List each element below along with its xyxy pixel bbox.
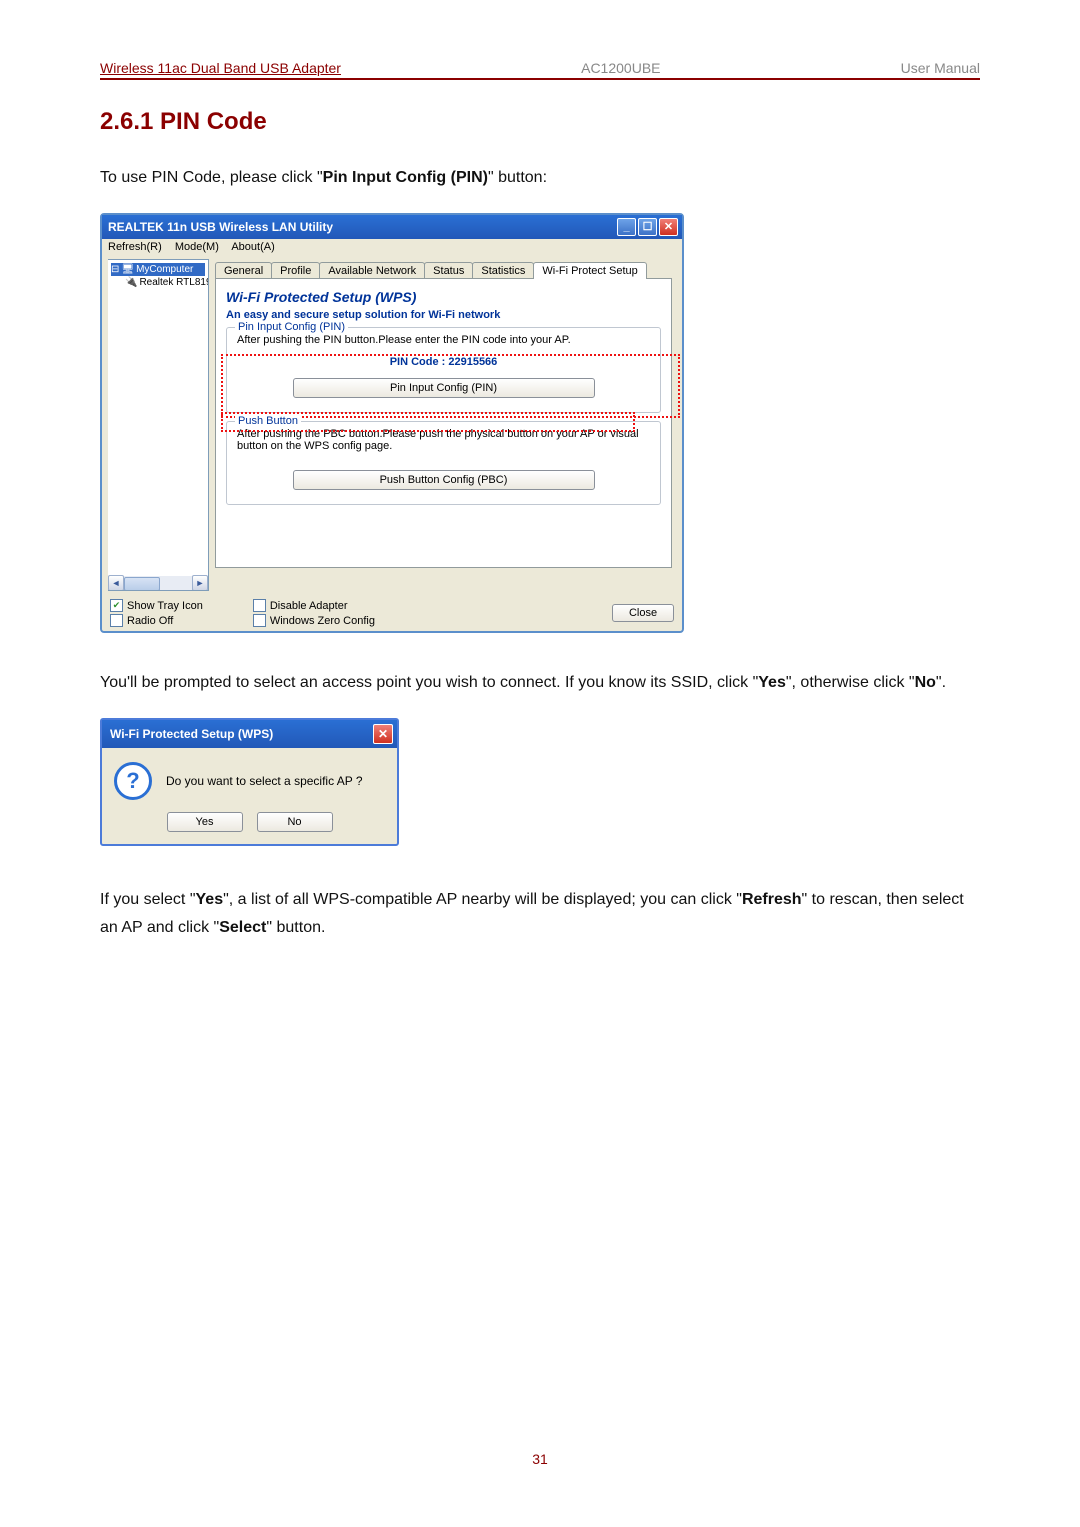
wps-heading: Wi-Fi Protected Setup (WPS) [226,289,661,305]
page-header: Wireless 11ac Dual Band USB Adapter AC12… [100,60,980,80]
tab-wps[interactable]: Wi-Fi Protect Setup [533,262,646,279]
window-title: REALTEK 11n USB Wireless LAN Utility [108,220,615,234]
device-tree[interactable]: ⊟ 🖥 MyComputer 🔌 Realtek RTL8191 ◄ ► [108,259,209,591]
computer-icon: 🖥 [121,264,134,275]
menu-refresh[interactable]: Refresh(R) [108,241,162,253]
tree-horizontal-scrollbar[interactable]: ◄ ► [108,576,208,590]
pbc-group-description: After pushing the PBC button.Please push… [237,428,650,452]
tab-page-wps: Wi-Fi Protected Setup (WPS) An easy and … [215,278,672,568]
paragraph-3: If you select "Yes", a list of all WPS-c… [100,886,980,940]
header-right: User Manual [901,60,980,76]
checkbox-icon [110,614,123,627]
adapter-icon: 🔌 [125,277,137,288]
menu-mode[interactable]: Mode(M) [175,241,219,253]
dialog-close-button[interactable]: ✕ [373,724,393,744]
checkbox-icon [253,614,266,627]
maximize-button[interactable]: ☐ [638,218,657,236]
show-tray-icon-checkbox[interactable]: ✔ Show Tray Icon [110,599,203,612]
dialog-titlebar[interactable]: Wi-Fi Protected Setup (WPS) ✕ [102,720,397,748]
tab-status[interactable]: Status [424,262,473,279]
dialog-title: Wi-Fi Protected Setup (WPS) [110,727,373,741]
scroll-thumb[interactable] [124,577,160,591]
scroll-right-button[interactable]: ► [192,575,208,591]
pin-input-config-button[interactable]: Pin Input Config (PIN) [293,378,595,398]
window-titlebar[interactable]: REALTEK 11n USB Wireless LAN Utility _ ☐… [102,215,682,239]
menu-about[interactable]: About(A) [231,241,274,253]
scroll-track[interactable] [124,576,192,590]
minimize-button[interactable]: _ [617,218,636,236]
header-center: AC1200UBE [581,60,660,76]
menu-bar: Refresh(R) Mode(M) About(A) [102,239,682,255]
wps-subheading: An easy and secure setup solution for Wi… [226,309,661,321]
question-icon: ? [114,762,152,800]
pin-group-legend: Pin Input Config (PIN) [235,321,348,333]
windows-zero-config-checkbox[interactable]: Windows Zero Config [253,614,375,627]
dialog-message: Do you want to select a specific AP ? [166,774,363,788]
pin-group-description: After pushing the PIN button.Please ente… [237,334,650,346]
pin-code-value: PIN Code : 22915566 [237,356,650,368]
tree-root[interactable]: ⊟ 🖥 MyComputer [111,263,205,276]
scroll-left-button[interactable]: ◄ [108,575,124,591]
push-button-group: Push Button After pushing the PBC button… [226,421,661,505]
paragraph-1: To use PIN Code, please click "Pin Input… [100,164,980,191]
push-button-config-button[interactable]: Push Button Config (PBC) [293,470,595,490]
pin-config-group: Pin Input Config (PIN) After pushing the… [226,327,661,413]
minus-icon: ⊟ [111,264,119,275]
tab-available-network[interactable]: Available Network [319,262,425,279]
tab-strip: General Profile Available Network Status… [215,261,672,278]
window-bottom-bar: ✔ Show Tray Icon Radio Off Disable Adapt… [102,595,682,631]
tab-statistics[interactable]: Statistics [472,262,534,279]
tab-general[interactable]: General [215,262,272,279]
tab-profile[interactable]: Profile [271,262,320,279]
dialog-yes-button[interactable]: Yes [167,812,243,832]
pbc-group-legend: Push Button [235,415,301,427]
page-number: 31 [0,1451,1080,1467]
checkbox-icon [253,599,266,612]
radio-off-checkbox[interactable]: Radio Off [110,614,203,627]
section-heading: 2.6.1 PIN Code [100,108,980,136]
disable-adapter-checkbox[interactable]: Disable Adapter [253,599,375,612]
header-left: Wireless 11ac Dual Band USB Adapter [100,60,341,76]
tree-child[interactable]: 🔌 Realtek RTL8191 [111,276,205,289]
dialog-no-button[interactable]: No [257,812,333,832]
wps-dialog: Wi-Fi Protected Setup (WPS) ✕ ? Do you w… [100,718,399,846]
close-window-button[interactable]: ✕ [659,218,678,236]
checkbox-icon: ✔ [110,599,123,612]
paragraph-2: You'll be prompted to select an access p… [100,669,980,696]
utility-window: REALTEK 11n USB Wireless LAN Utility _ ☐… [100,213,684,633]
close-button[interactable]: Close [612,604,674,622]
